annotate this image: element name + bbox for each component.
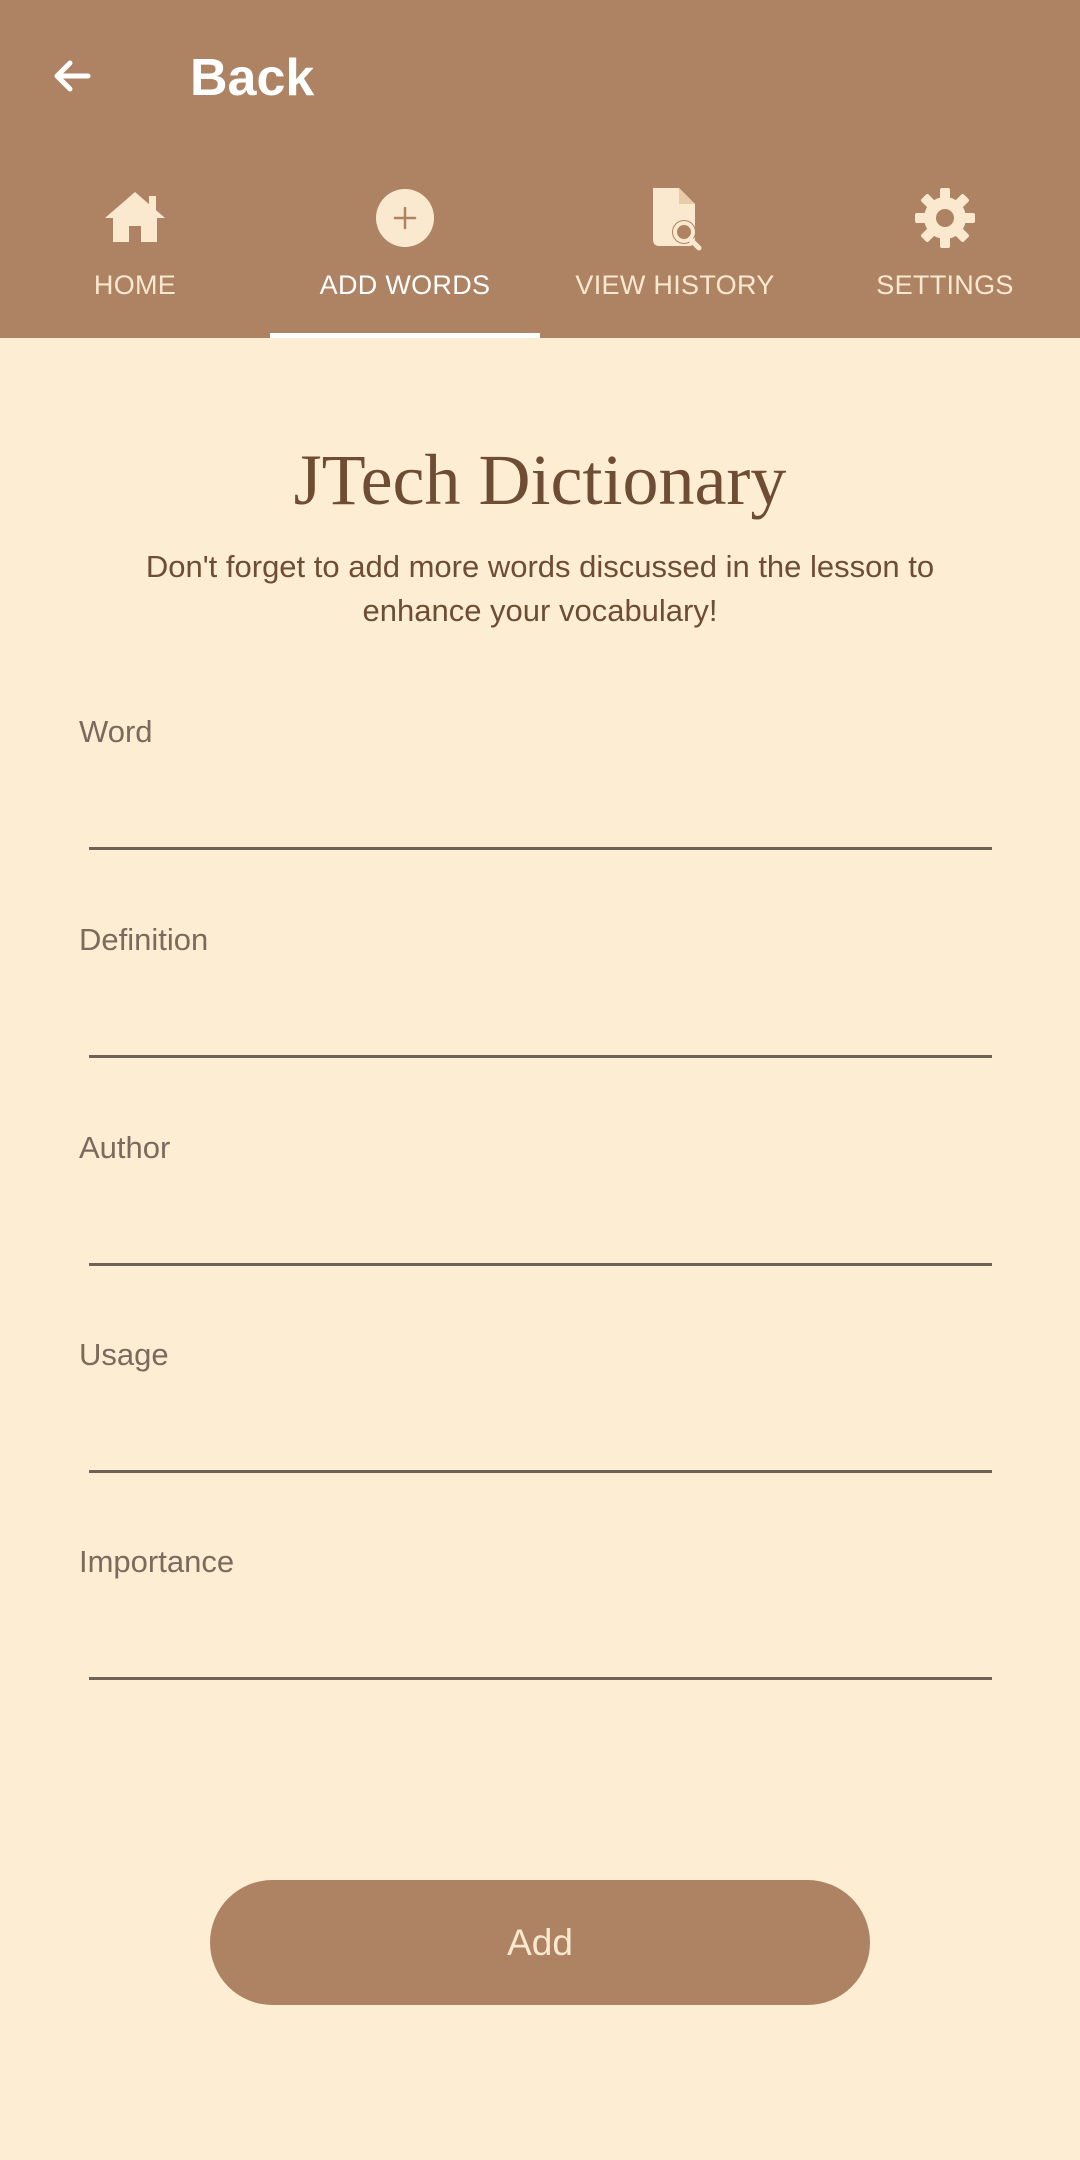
app-screen: Back HOME ADD WORDS VIEW HISTORY SETTING…: [0, 0, 1080, 2160]
tab-view-history[interactable]: VIEW HISTORY: [540, 160, 810, 338]
author-label: Author: [79, 1130, 171, 1165]
tab-add-words-label: ADD WORDS: [319, 270, 491, 300]
add-button[interactable]: Add: [210, 1880, 870, 2005]
tab-settings[interactable]: SETTINGS: [810, 160, 1080, 338]
back-arrow-icon: [54, 60, 91, 92]
back-button[interactable]: [36, 40, 108, 112]
header-title: Back: [190, 49, 315, 107]
usage-label: Usage: [79, 1337, 169, 1372]
usage-field: Usage: [79, 1335, 993, 1485]
word-label: Word: [79, 714, 153, 749]
tab-bar: HOME ADD WORDS VIEW HISTORY SETTINGS: [0, 160, 1080, 338]
author-input[interactable]: [89, 1188, 989, 1250]
definition-underline: [89, 1055, 992, 1058]
importance-label: Importance: [79, 1544, 235, 1579]
importance-input[interactable]: [89, 1602, 989, 1664]
importance-field: Importance: [79, 1542, 993, 1692]
add-circle-icon: [369, 182, 441, 254]
tab-settings-label: SETTINGS: [876, 270, 1014, 300]
definition-label: Definition: [79, 922, 209, 957]
word-input[interactable]: [89, 772, 989, 834]
author-underline: [89, 1263, 992, 1266]
usage-input[interactable]: [89, 1395, 989, 1457]
tab-home[interactable]: HOME: [0, 160, 270, 338]
definition-field: Definition: [79, 920, 993, 1070]
home-icon: [99, 182, 171, 254]
document-search-icon: [639, 182, 711, 254]
word-underline: [89, 847, 992, 850]
tab-view-history-label: VIEW HISTORY: [575, 270, 775, 300]
tab-home-label: HOME: [93, 270, 177, 300]
usage-underline: [89, 1470, 992, 1473]
active-tab-indicator: [270, 333, 540, 338]
gear-icon: [909, 182, 981, 254]
definition-input[interactable]: [89, 980, 989, 1042]
word-field: Word: [79, 712, 993, 862]
author-field: Author: [79, 1128, 993, 1278]
app-header: Back HOME ADD WORDS VIEW HISTORY SETTING…: [0, 0, 1080, 338]
importance-underline: [89, 1677, 992, 1680]
page-subtitle: Don't forget to add more words discussed…: [145, 549, 935, 628]
tab-add-words[interactable]: ADD WORDS: [270, 160, 540, 338]
page-title: JTech Dictionary: [293, 440, 787, 520]
